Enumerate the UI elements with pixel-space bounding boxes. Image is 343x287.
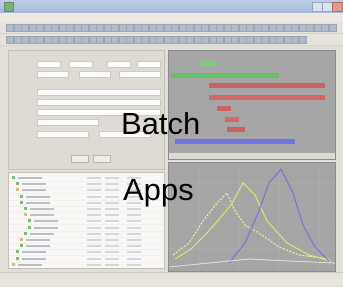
image-overlay	[0, 0, 343, 286]
overlay-title-line2: Apps	[123, 172, 194, 207]
overlay-title-line1: Batch	[121, 106, 201, 141]
